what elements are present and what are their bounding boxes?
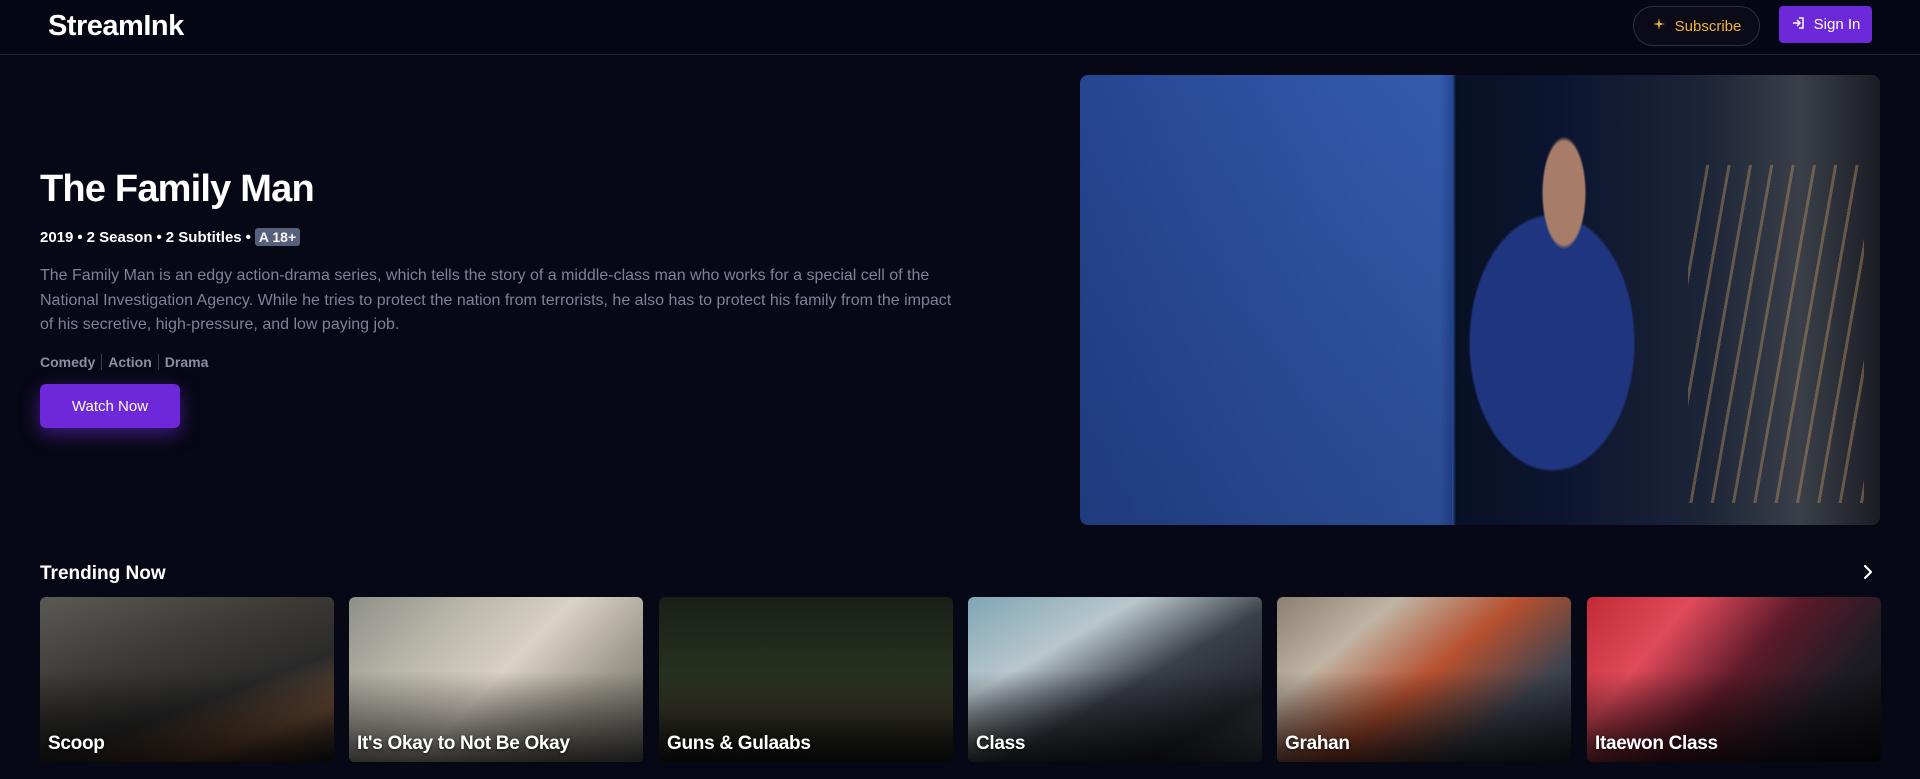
- sign-in-button[interactable]: Sign In: [1779, 6, 1872, 43]
- top-navbar: StreamInk Subscribe Sign In: [0, 0, 1920, 55]
- card-title: Scoop: [48, 733, 105, 754]
- genre-tag: Action: [101, 354, 152, 370]
- age-rating-badge: A 18+: [254, 228, 301, 246]
- subscribe-button[interactable]: Subscribe: [1633, 6, 1760, 46]
- trending-card[interactable]: Guns & Gulaabs: [659, 597, 953, 762]
- release-year: 2019: [40, 228, 74, 246]
- trending-card[interactable]: It's Okay to Not Be Okay: [349, 597, 643, 762]
- subtitle-count: 2 Subtitles: [165, 228, 242, 246]
- subscribe-label: Subscribe: [1674, 17, 1742, 35]
- hero-description: The Family Man is an edgy action-drama s…: [40, 267, 952, 333]
- meta-separator: •: [245, 228, 251, 246]
- trending-title: Trending Now: [40, 563, 166, 584]
- poster-figure: [1456, 120, 1696, 525]
- meta-separator: •: [156, 228, 162, 246]
- chevron-right-icon: [1861, 564, 1875, 585]
- card-title: It's Okay to Not Be Okay: [357, 733, 570, 754]
- season-count: 2 Season: [86, 228, 153, 246]
- genre-tag: Comedy: [40, 354, 96, 370]
- sign-in-arrow-icon: [1791, 16, 1805, 34]
- genre-tag: Drama: [157, 354, 208, 370]
- poster-railing: [1688, 165, 1864, 503]
- poster-wall-shade: [1080, 75, 1452, 525]
- trending-card[interactable]: Scoop: [40, 597, 334, 762]
- trending-card[interactable]: Grahan: [1277, 597, 1571, 762]
- meta-separator: •: [77, 228, 83, 246]
- trending-next-button[interactable]: [1856, 562, 1880, 586]
- sparkle-icon: [1652, 17, 1666, 35]
- card-title: Itaewon Class: [1595, 733, 1718, 754]
- sign-in-label: Sign In: [1813, 16, 1861, 33]
- trending-card[interactable]: Itaewon Class: [1587, 597, 1881, 762]
- card-title: Grahan: [1285, 733, 1350, 754]
- card-title: Class: [976, 733, 1026, 754]
- trending-carousel: Scoop It's Okay to Not Be Okay Guns & Gu…: [40, 597, 1881, 762]
- trending-card[interactable]: Class: [968, 597, 1262, 762]
- hero-title: The Family Man: [40, 168, 315, 210]
- app-logo[interactable]: StreamInk: [48, 10, 184, 43]
- genre-list: Comedy Action Drama: [40, 354, 208, 370]
- hero-meta: 2019 • 2 Season • 2 Subtitles • A 18+: [40, 228, 301, 246]
- watch-now-button[interactable]: Watch Now: [40, 384, 180, 428]
- card-title: Guns & Gulaabs: [667, 733, 811, 754]
- hero-poster-image: [1080, 75, 1880, 525]
